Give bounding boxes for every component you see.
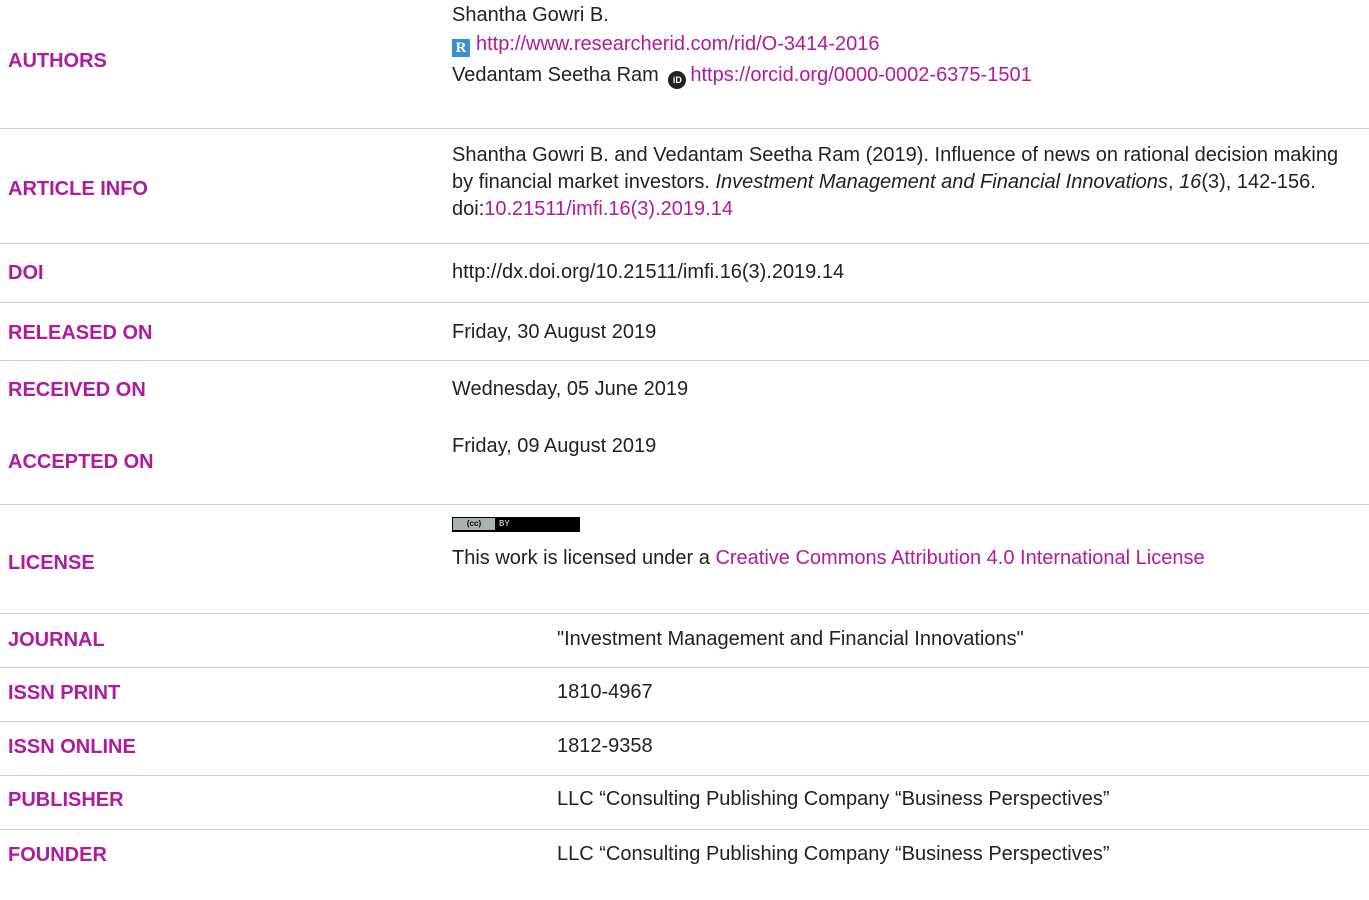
cc-by-badge[interactable]: (cc) BY [452,517,580,532]
founder-value: LLC “Consulting Publishing Company “Busi… [557,843,1110,865]
label-article-info: ARTICLE INFO [8,178,148,200]
orcid-link[interactable]: https://orcid.org/0000-0002-6375-1501 [690,64,1031,86]
label-issn-print: ISSN PRINT [8,682,121,704]
separator [0,360,1369,361]
released-value: Friday, 30 August 2019 [452,321,657,343]
separator [0,667,1369,668]
label-issn-online: ISSN ONLINE [8,736,136,758]
label-journal: JOURNAL [8,629,105,651]
researcherid-icon[interactable]: R [452,39,470,57]
separator [0,302,1369,303]
separator [0,613,1369,614]
label-founder: FOUNDER [8,844,107,866]
separator [0,243,1369,244]
separator [0,128,1369,129]
received-value: Wednesday, 05 June 2019 [452,378,689,400]
authors-value: Shantha Gowri B. Rhttp://www.researcheri… [452,2,1357,89]
doi-value: http://dx.doi.org/10.21511/imfi.16(3).20… [452,261,845,283]
label-received-on: RECEIVED ON [8,379,146,401]
label-doi: DOI [8,262,44,284]
separator [0,721,1369,722]
label-released-on: RELEASED ON [8,322,153,344]
label-license: LICENSE [8,552,95,574]
doi-link[interactable]: 10.21511/imfi.16(3).2019.14 [484,198,733,220]
author-name: Shantha Gowri B. [452,4,609,26]
issn-online-value: 1812-9358 [557,735,653,757]
journal-title-italic: Investment Management and Financial Inno… [715,171,1168,193]
volume-italic: 16 [1179,171,1202,193]
label-authors: AUTHORS [8,50,107,72]
license-link[interactable]: Creative Commons Attribution 4.0 Interna… [715,547,1204,569]
issn-print-value: 1810-4967 [557,681,653,703]
separator [0,775,1369,776]
license-value: (cc) BY This work is licensed under a Cr… [452,517,1205,569]
citation: Shantha Gowri B. and Vedantam Seetha Ram… [452,144,1339,220]
separator [0,504,1369,505]
author-name: Vedantam Seetha Ram [452,64,659,86]
journal-value: "Investment Management and Financial Inn… [557,628,1024,650]
publisher-value: LLC “Consulting Publishing Company “Busi… [557,788,1110,810]
accepted-value: Friday, 09 August 2019 [452,435,657,457]
separator [0,829,1369,830]
orcid-icon[interactable]: iD [668,71,687,89]
label-accepted-on: ACCEPTED ON [8,451,154,473]
researcherid-link[interactable]: http://www.researcherid.com/rid/O-3414-2… [476,33,880,55]
label-publisher: PUBLISHER [8,789,124,811]
